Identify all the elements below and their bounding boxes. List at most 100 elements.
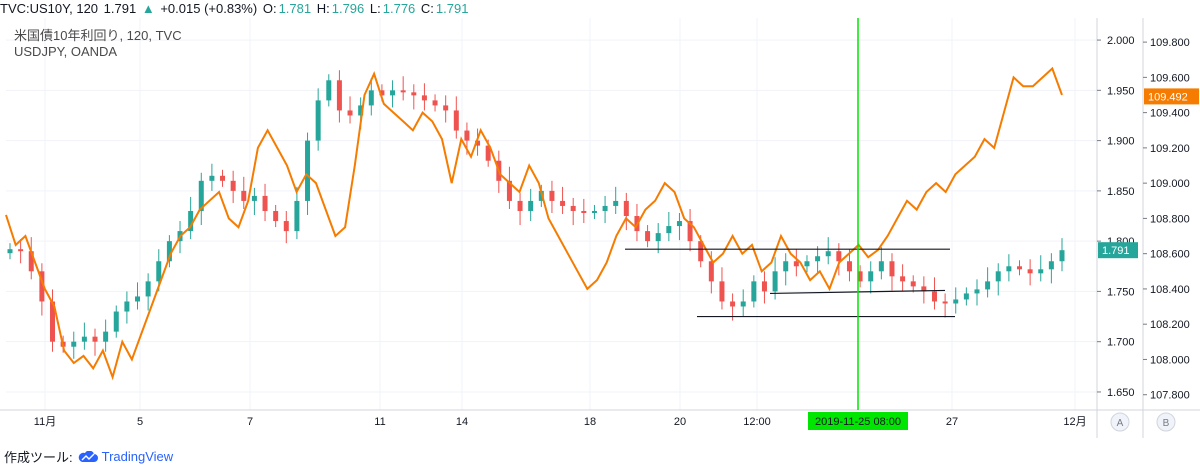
candle-body: [995, 271, 1001, 282]
candle-body: [1016, 266, 1022, 270]
candle-body: [326, 80, 332, 101]
candle-body: [602, 205, 608, 211]
x-tick-label: 11: [374, 416, 385, 428]
scale-button-label: B: [1163, 418, 1170, 429]
symbol-label: TVC:US10Y, 120: [0, 1, 99, 16]
candle-body: [1027, 269, 1033, 274]
candle-body: [825, 251, 831, 257]
candle-body: [124, 301, 130, 312]
y-left-tick-label: 1.950: [1107, 85, 1135, 97]
candle-body: [230, 180, 236, 191]
candle-body: [113, 311, 119, 332]
y-left-tick-label: 2.000: [1107, 35, 1135, 47]
x-tick-label: 5: [137, 416, 143, 428]
y-right-tick-label: 109.000: [1150, 178, 1190, 190]
candle-body: [740, 301, 746, 307]
candle-body: [390, 90, 396, 96]
close-value: 1.791: [435, 1, 469, 16]
candle-body: [645, 231, 651, 242]
candle-body: [305, 140, 311, 201]
candle-body: [464, 130, 470, 141]
chart-canvas[interactable]: 2.0001.9501.9001.8501.8001.7501.7001.650…: [0, 18, 1200, 438]
y-left-tick-label: 1.700: [1107, 337, 1135, 349]
candle-body: [963, 293, 969, 300]
x-tick-label: 7: [247, 416, 253, 428]
footer: 作成ツール: TradingView: [4, 447, 173, 466]
candle-body: [18, 249, 24, 252]
y-right-tick-label: 108.600: [1150, 249, 1190, 261]
y-left-tick-label: 1.850: [1107, 186, 1135, 198]
candle-body: [241, 190, 247, 201]
candle-body: [804, 261, 810, 267]
candle-body: [262, 195, 268, 211]
open-label: O:: [262, 1, 277, 16]
y-right-tick-label: 109.800: [1150, 37, 1190, 49]
series-legend: 米国債10年利回り, 120, TVC USDJPY, OANDA: [14, 28, 182, 60]
candle-body: [793, 261, 799, 267]
y-right-tick-label: 109.600: [1150, 72, 1190, 84]
candle-body: [581, 210, 587, 213]
candle-body: [676, 221, 682, 227]
up-arrow-icon: ▲: [141, 1, 155, 16]
y-left-tick-label: 1.900: [1107, 136, 1135, 148]
y-right-tick-label: 108.200: [1150, 319, 1190, 331]
candle-body: [273, 210, 279, 222]
us10y-last-label: 1.791: [1102, 245, 1130, 257]
time-marker-label: 2019-11-25 08:00: [815, 416, 901, 428]
candle-body: [815, 256, 821, 262]
candle-body: [368, 90, 374, 106]
candle-body: [443, 105, 449, 111]
scale-button-label: A: [1117, 418, 1124, 429]
candle-body: [400, 90, 406, 93]
change-label: +0.015 (+0.83%): [160, 1, 258, 16]
x-tick-label: 18: [584, 416, 596, 428]
candle-body: [517, 200, 523, 211]
candle-body: [103, 331, 109, 342]
candle-body: [528, 200, 534, 211]
x-tick-label: 12月: [1063, 416, 1086, 428]
tradingview-link[interactable]: TradingView: [77, 449, 173, 464]
candle-body: [315, 100, 321, 141]
candle-body: [283, 221, 289, 232]
candle-body: [985, 281, 991, 290]
candle-body: [623, 200, 629, 217]
y-left-tick-label: 1.750: [1107, 286, 1135, 298]
candle-body: [655, 233, 661, 242]
candle-body: [294, 200, 300, 232]
candle-body: [931, 291, 937, 302]
usdjpy-last-label: 109.492: [1148, 91, 1188, 103]
x-tick-label: 27: [946, 416, 958, 428]
legend-us10y[interactable]: 米国債10年利回り, 120, TVC: [14, 28, 182, 44]
candle-body: [868, 271, 874, 282]
high-label: H:: [316, 1, 330, 16]
made-with-label: 作成ツール:: [4, 450, 73, 465]
candle-body: [900, 276, 906, 282]
last-price: 1.791: [103, 1, 137, 16]
x-tick-label: 12:00: [743, 416, 771, 428]
candle-body: [1038, 269, 1044, 274]
candle-body: [570, 205, 576, 211]
cloud-icon: [78, 450, 98, 462]
candle-body: [209, 175, 215, 181]
candle-body: [7, 249, 13, 254]
candle-body: [751, 281, 757, 302]
candle-body: [336, 80, 342, 111]
candle-body: [942, 301, 948, 304]
candle-body: [783, 261, 789, 272]
candle-body: [156, 261, 162, 282]
candle-body: [560, 200, 566, 206]
chart-header: TVC:US10Y, 120 1.791 ▲ +0.015 (+0.83%) O…: [0, 0, 470, 18]
y-right-tick-label: 109.400: [1150, 108, 1190, 120]
candle-body: [846, 261, 852, 272]
candle-body: [220, 175, 226, 181]
candle-body: [71, 341, 77, 347]
candle-body: [81, 336, 87, 342]
x-tick-label: 20: [674, 416, 686, 428]
legend-usdjpy[interactable]: USDJPY, OANDA: [14, 44, 182, 60]
candle-body: [878, 261, 884, 272]
low-label: L:: [369, 1, 381, 16]
candle-body: [251, 195, 257, 201]
open-value: 1.781: [278, 1, 312, 16]
candle-body: [421, 95, 427, 101]
close-label: C:: [420, 1, 434, 16]
